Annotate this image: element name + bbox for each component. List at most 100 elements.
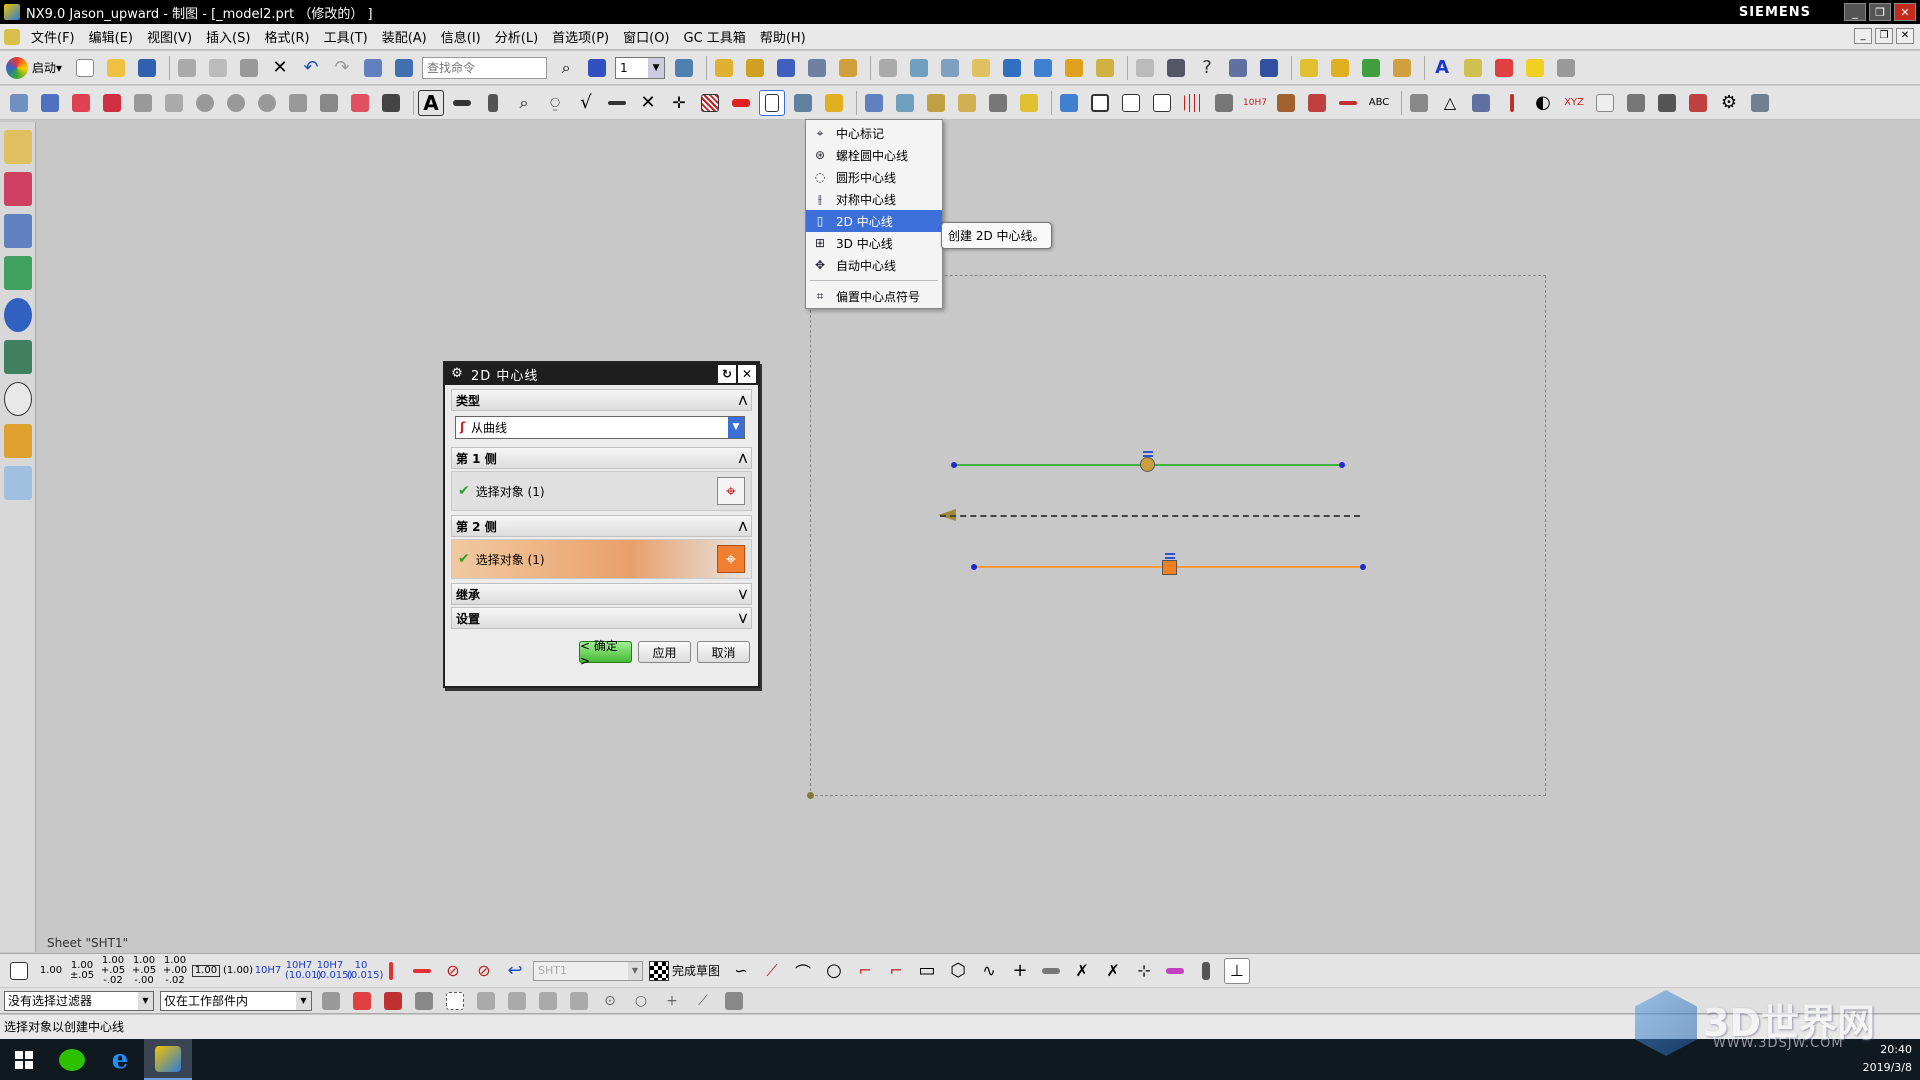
crosshair-icon[interactable]: ⌖ — [717, 477, 745, 505]
box-icon[interactable] — [1522, 55, 1548, 81]
constraint-icon[interactable] — [1030, 55, 1056, 81]
zoom-icon[interactable]: ⌕ — [511, 90, 537, 116]
dim-style-fit[interactable]: 10H7 — [254, 965, 282, 976]
undo-icon[interactable]: ↶ — [298, 55, 324, 81]
dim-style-tol[interactable]: 10 (0.015) — [347, 960, 383, 981]
section-line-icon[interactable] — [1654, 90, 1680, 116]
menu-item-2d-centerline[interactable]: ▯ 2D 中心线 — [806, 210, 942, 232]
roles-icon[interactable] — [4, 424, 32, 458]
display-drawing-icon[interactable] — [378, 90, 404, 116]
menu-preferences[interactable]: 首选项(P) — [545, 27, 616, 46]
update-view-icon[interactable] — [711, 55, 737, 81]
profile-icon[interactable]: ∽ — [728, 958, 754, 984]
centerline-dropdown-button[interactable] — [759, 89, 785, 116]
close-button[interactable]: ✕ — [1894, 3, 1916, 21]
datum-icon[interactable] — [480, 90, 506, 116]
3d-part-icon[interactable] — [937, 55, 963, 81]
cut-line-icon[interactable] — [1623, 90, 1649, 116]
dim-style-unilateral-above[interactable]: 1.00 +.05 -.00 — [130, 955, 158, 986]
cut-icon[interactable] — [174, 55, 200, 81]
auto-constrain-icon[interactable]: ⊥ — [1224, 957, 1251, 984]
view-style-icon[interactable] — [347, 90, 373, 116]
snap-settings-icon[interactable] — [721, 988, 747, 1014]
view-icon[interactable] — [875, 55, 901, 81]
constraint-navigator-icon[interactable] — [4, 214, 32, 248]
measure-icon[interactable] — [835, 55, 861, 81]
search-icon[interactable]: ⌕ — [553, 55, 579, 81]
feature-control-icon[interactable] — [449, 90, 475, 116]
menu-info[interactable]: 信息(I) — [434, 27, 488, 46]
side2-select-object[interactable]: ✔ 选择对象 (1) ⌖ — [451, 539, 752, 579]
dim-style-bilateral-2[interactable]: 1.00 +.05 -.02 — [99, 955, 127, 986]
doc-restore-button[interactable]: ❐ — [1875, 28, 1893, 44]
dimension-icon[interactable] — [1335, 90, 1361, 116]
layers-icon[interactable] — [906, 55, 932, 81]
type-filter-select[interactable]: 没有选择过滤器 ▼ — [4, 990, 154, 1011]
view-5-icon[interactable] — [316, 90, 342, 116]
doc-minimize-button[interactable]: _ — [1854, 28, 1872, 44]
black-circle-icon[interactable]: ◐ — [1530, 90, 1556, 116]
surface-finish-icon[interactable]: √ — [573, 90, 599, 116]
projected-view-icon[interactable] — [68, 90, 94, 116]
palette-icon[interactable] — [4, 340, 32, 374]
blank-box-icon[interactable] — [1592, 90, 1618, 116]
intersection-snap-icon[interactable] — [566, 988, 592, 1014]
offset-curve-icon[interactable] — [1038, 958, 1064, 984]
fit-icon[interactable]: 10H7 — [1242, 90, 1268, 116]
merge-cells-icon[interactable] — [1016, 90, 1042, 116]
target-point-icon[interactable]: ✛ — [666, 90, 692, 116]
parts-list-icon[interactable] — [892, 90, 918, 116]
dim-style-basic[interactable]: 1.00 — [192, 964, 220, 977]
table-note-icon[interactable] — [861, 90, 887, 116]
existing-point-snap-icon[interactable]: + — [659, 988, 685, 1014]
system-materials-icon[interactable] — [4, 466, 32, 500]
layer-settings-icon[interactable] — [671, 55, 697, 81]
baseline-icon[interactable] — [1406, 90, 1432, 116]
minimize-button[interactable]: _ — [1844, 3, 1866, 21]
settings-icon[interactable]: ⚙ — [1716, 90, 1742, 116]
dim-style-fit-tol[interactable]: 10H7 (0.015) — [316, 960, 352, 981]
no-symbol-2-icon[interactable]: ⊘ — [471, 958, 497, 984]
section-side2-header[interactable]: 第 2 侧 ⋀ — [451, 515, 752, 537]
menu-app-icon[interactable] — [4, 28, 20, 45]
weld-symbol-icon[interactable] — [604, 90, 630, 116]
selection-scope-select[interactable]: 仅在工作部件内 ▼ — [160, 990, 312, 1011]
side-2-handle[interactable] — [1162, 560, 1177, 575]
system-clock[interactable]: 20:40 2019/3/8 — [1863, 1041, 1912, 1077]
return-icon[interactable]: ↩ — [502, 958, 528, 984]
move-icon[interactable] — [1491, 55, 1517, 81]
drafting-pref-icon[interactable] — [1747, 90, 1773, 116]
grid-2-icon[interactable] — [1180, 90, 1206, 116]
launch-button[interactable]: 启动 ▾ — [6, 56, 62, 79]
ie-taskbar-button[interactable]: e — [96, 1039, 144, 1080]
section-settings-header[interactable]: 设置 ⋁ — [451, 607, 752, 629]
eraser-icon[interactable] — [968, 55, 994, 81]
spell-check-icon[interactable] — [1460, 55, 1486, 81]
menu-edit[interactable]: 编辑(E) — [82, 27, 140, 46]
rotate-icon[interactable] — [1056, 90, 1082, 116]
new-file-icon[interactable] — [72, 55, 98, 81]
doc-close-button[interactable]: ✕ — [1896, 28, 1914, 44]
layer-select[interactable]: 1 ▼ — [615, 56, 666, 79]
gear-icon[interactable]: ⚙ — [449, 366, 465, 382]
view-orient-icon[interactable] — [773, 55, 799, 81]
cancel-button[interactable]: 取消 — [697, 641, 750, 663]
quick-trim-icon[interactable]: ✗ — [1069, 958, 1095, 984]
dialog-title-bar[interactable]: ⚙ 2D 中心线 ↻ ✕ — [445, 363, 758, 385]
polygon-icon[interactable]: ⬡ — [945, 958, 971, 984]
section-view-icon[interactable] — [130, 90, 156, 116]
dim-style-unilateral-below[interactable]: 1.00 +.00 -.02 — [161, 955, 189, 986]
edit-table-icon[interactable] — [985, 90, 1011, 116]
point-on-curve-snap-icon[interactable]: ⟋ — [690, 988, 716, 1014]
menu-item-center-mark[interactable]: ⌖ 中心标记 — [806, 122, 942, 144]
quick-extend-icon[interactable]: ✗ — [1100, 958, 1126, 984]
curve-edit-icon[interactable] — [1389, 55, 1415, 81]
menu-item-offset-center-symbol[interactable]: ⌗ 偏置中心点符号 — [806, 285, 942, 307]
quadrant-snap-icon[interactable]: ○ — [628, 988, 654, 1014]
apply-button[interactable]: 应用 — [638, 641, 691, 663]
triangle-icon[interactable]: △ — [1437, 90, 1463, 116]
menu-item-3d-centerline[interactable]: ⊞ 3D 中心线 — [806, 232, 942, 254]
sheet-frame-icon[interactable] — [6, 958, 32, 984]
redo-icon[interactable]: ↷ — [329, 55, 355, 81]
calculator-icon[interactable] — [1225, 55, 1251, 81]
